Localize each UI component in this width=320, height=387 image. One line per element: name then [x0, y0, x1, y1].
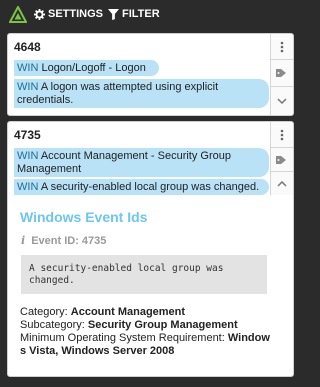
category-label: Category: — [20, 306, 68, 318]
filter-button[interactable]: FILTER — [108, 8, 160, 20]
more-menu-button[interactable] — [271, 122, 293, 148]
event-id-label: Event ID: 4735 — [31, 234, 107, 247]
tag-button[interactable] — [271, 60, 293, 87]
settings-label: SETTINGS — [48, 8, 104, 20]
description-tag[interactable]: WIN A security-enabled local group was c… — [14, 179, 269, 195]
card-actions — [270, 122, 293, 195]
kebab-menu-icon — [280, 129, 284, 140]
tags-icon — [276, 155, 286, 164]
event-id-title: 4735 — [14, 128, 41, 142]
min-os-label: Minimum Operating System Requirement: — [20, 332, 225, 344]
filter-icon — [108, 8, 119, 20]
tag-prefix: WIN — [17, 150, 39, 162]
subcategory-label: Subcategory: — [20, 319, 85, 331]
info-icon: i — [21, 234, 26, 247]
event-description-box: A security-enabled local group was chang… — [21, 255, 267, 294]
kebab-menu-icon — [280, 41, 284, 52]
event-card: 4735 WIN Account Management - Security G… — [7, 121, 294, 377]
tag-text: A security-enabled local group was chang… — [40, 181, 260, 193]
category-tag[interactable]: WIN Logon/Logoff - Logon — [14, 60, 159, 76]
event-id-title: 4648 — [14, 40, 41, 54]
tag-text: A logon was attempted using explicit cre… — [17, 81, 219, 106]
chevron-down-icon — [277, 98, 287, 104]
expand-button[interactable] — [271, 87, 293, 115]
event-card: 4648 WIN Logon/Logoff - Logon WIN A logo… — [7, 33, 294, 116]
category-tag[interactable]: WIN Account Management - Security Group … — [14, 148, 269, 177]
settings-button[interactable]: SETTINGS — [34, 8, 103, 20]
subcategory-value: Security Group Management — [87, 319, 238, 331]
tag-prefix: WIN — [17, 181, 39, 193]
filter-label: FILTER — [122, 8, 160, 20]
card-actions — [270, 34, 293, 115]
tag-prefix: WIN — [17, 81, 39, 93]
tags-icon — [276, 69, 286, 77]
gear-icon — [34, 8, 45, 20]
category-row: Category: Account Management — [20, 306, 270, 319]
collapse-button[interactable] — [271, 172, 293, 195]
min-os-row: Minimum Operating System Requirement: Wi… — [20, 332, 270, 358]
more-menu-button[interactable] — [271, 34, 293, 60]
description-tag[interactable]: WIN A logon was attempted using explicit… — [14, 79, 269, 108]
tag-text: Logon/Logoff - Logon — [41, 62, 146, 74]
chevron-up-icon — [277, 180, 287, 187]
tag-prefix: WIN — [17, 62, 39, 74]
tag-button[interactable] — [271, 148, 293, 172]
event-id-row: i Event ID: 4735 — [21, 234, 106, 247]
category-value: Account Management — [70, 306, 186, 318]
tag-text: Account Management - Security Group Mana… — [17, 150, 231, 175]
top-toolbar: SETTINGS FILTER — [0, 0, 306, 30]
subcategory-row: Subcategory: Security Group Management — [20, 319, 270, 332]
details-title: Windows Event Ids — [20, 209, 148, 225]
app-logo-icon — [9, 6, 27, 23]
